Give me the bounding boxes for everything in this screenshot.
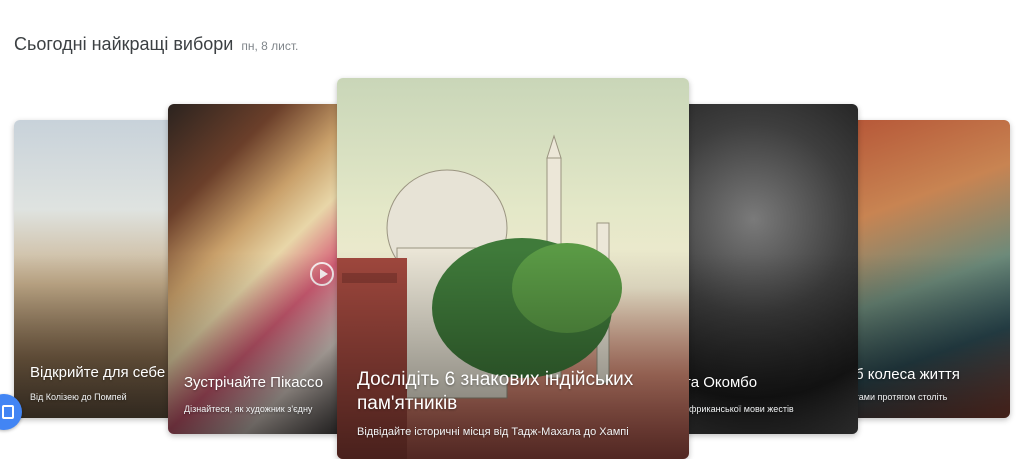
card-title: Дослідіть 6 знакових індійських пам'ятни… <box>357 369 634 414</box>
story-card-picasso[interactable]: Зустрічайте Пікассо Дізнайтеся, як худож… <box>168 104 358 434</box>
section-header: Сьогодні найкращі вибори пн, 8 лист. <box>14 34 298 55</box>
card-title: та Окомбо <box>684 374 758 391</box>
story-card-indian-monuments[interactable]: Дослідіть 6 знакових індійських пам'ятни… <box>337 78 689 459</box>
card-title: Зустрічайте Пікассо <box>184 374 324 391</box>
section-date: пн, 8 лист. <box>241 39 299 53</box>
card-subtitle: Від Колізею до Помпей <box>30 392 127 402</box>
card-subtitle: Відвідайте історичні місця від Тадж-Маха… <box>357 426 629 438</box>
card-title: Відкрийте для себе <box>30 364 166 381</box>
story-card-okombo[interactable]: та Окомбо африканської мови жестів <box>668 104 858 434</box>
card-subtitle: Дізнайтеся, як художник з'єдну <box>184 404 313 414</box>
section-title: Сьогодні найкращі вибори <box>14 34 234 54</box>
card-subtitle: африканської мови жестів <box>684 404 794 414</box>
